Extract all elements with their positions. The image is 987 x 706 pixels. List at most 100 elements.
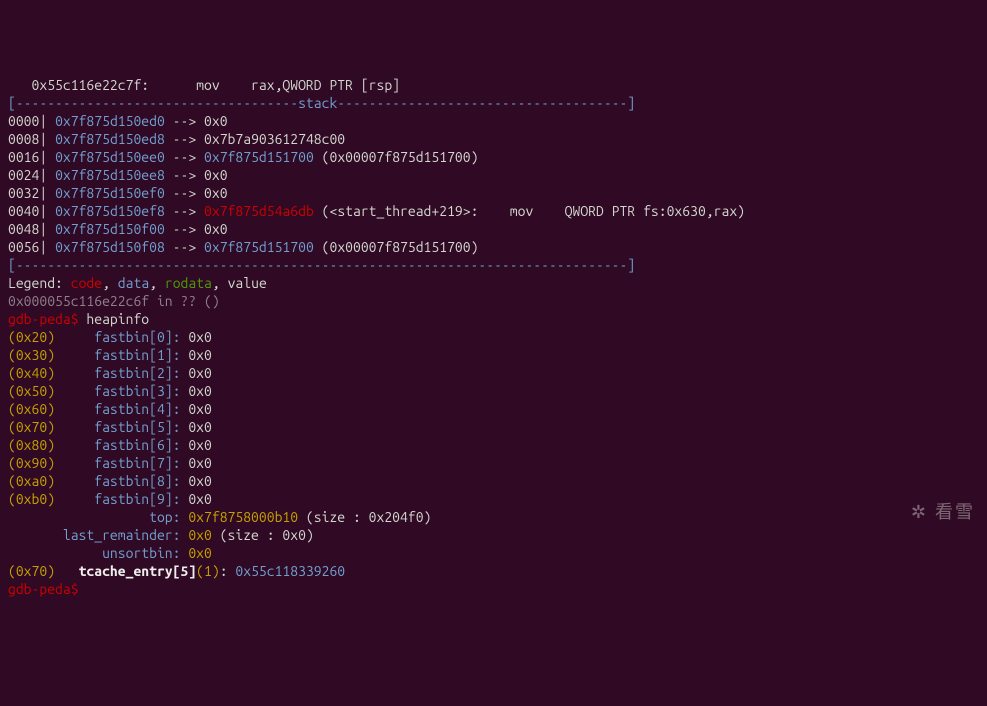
fastbin-value: 0x0 bbox=[188, 491, 212, 507]
terminal-line: last_remainder: 0x0 (size : 0x0) bbox=[8, 526, 979, 544]
fastbin-label: fastbin[7]: bbox=[55, 455, 188, 471]
terminal-line: (0x30) fastbin[1]: 0x0 bbox=[8, 346, 979, 364]
tcache-label: tcache_entry[5] bbox=[79, 563, 197, 579]
arrow: --> bbox=[165, 149, 204, 165]
terminal-line: 0056| 0x7f875d150f08 --> 0x7f875d151700 … bbox=[8, 238, 979, 256]
fastbin-label: fastbin[9]: bbox=[55, 491, 188, 507]
pipe: | bbox=[39, 149, 55, 165]
heap-top-size: (size : 0x204f0) bbox=[298, 509, 431, 525]
stack-value: 0x7f875d151700 bbox=[204, 149, 314, 165]
arrow: --> bbox=[165, 239, 204, 255]
fastbin-size: (0x30) bbox=[8, 347, 55, 363]
fastbin-value: 0x0 bbox=[188, 473, 212, 489]
stack-offset: 0000 bbox=[8, 113, 39, 129]
fastbin-value: 0x0 bbox=[188, 455, 212, 471]
terminal-line: 0032| 0x7f875d150ef0 --> 0x0 bbox=[8, 184, 979, 202]
gdb-prompt[interactable]: gdb-peda$ bbox=[8, 581, 79, 597]
stack-addr: 0x7f875d150ed0 bbox=[55, 113, 165, 129]
fastbin-size: (0x50) bbox=[8, 383, 55, 399]
stack-addr: 0x7f875d150ee0 bbox=[55, 149, 165, 165]
fastbin-label: fastbin[0]: bbox=[55, 329, 188, 345]
stack-annotation: (<start_thread+219>: mov QWORD PTR fs:0x… bbox=[314, 203, 745, 219]
current-location: 0x000055c116e22c6f in ?? () bbox=[8, 293, 220, 309]
terminal-line: 0040| 0x7f875d150ef8 --> 0x7f875d54a6db … bbox=[8, 202, 979, 220]
terminal-line: 0x55c116e22c7f: mov rax,QWORD PTR [rsp] bbox=[8, 76, 979, 94]
stack-addr: 0x7f875d150f08 bbox=[55, 239, 165, 255]
terminal-line: (0x20) fastbin[0]: 0x0 bbox=[8, 328, 979, 346]
tcache-count: (1) bbox=[196, 563, 220, 579]
tcache-size: (0x70) bbox=[8, 563, 79, 579]
terminal-line: (0x70) tcache_entry[5](1): 0x55c11833926… bbox=[8, 562, 979, 580]
fastbin-label: fastbin[8]: bbox=[55, 473, 188, 489]
stack-offset: 0008 bbox=[8, 131, 39, 147]
pipe: | bbox=[39, 203, 55, 219]
legend-data: data bbox=[118, 275, 149, 291]
fastbin-value: 0x0 bbox=[188, 383, 212, 399]
terminal-line: [---------------------------------------… bbox=[8, 256, 979, 274]
terminal-line: 0024| 0x7f875d150ee8 --> 0x0 bbox=[8, 166, 979, 184]
fastbin-value: 0x0 bbox=[188, 401, 212, 417]
comma: , bbox=[102, 275, 118, 291]
terminal-line: gdb-peda$ heapinfo bbox=[8, 310, 979, 328]
stack-annotation: (0x00007f875d151700) bbox=[314, 239, 479, 255]
terminal-line: (0x60) fastbin[4]: 0x0 bbox=[8, 400, 979, 418]
terminal-line: 0016| 0x7f875d150ee0 --> 0x7f875d151700 … bbox=[8, 148, 979, 166]
stack-value: 0x0 bbox=[204, 113, 228, 129]
fastbin-size: (0x40) bbox=[8, 365, 55, 381]
stack-annotation: (0x00007f875d151700) bbox=[314, 149, 479, 165]
pipe: | bbox=[39, 131, 55, 147]
comma: , bbox=[149, 275, 165, 291]
heap-lr-size: (size : 0x0) bbox=[212, 527, 314, 543]
fastbin-size: (0xa0) bbox=[8, 473, 55, 489]
fastbin-size: (0xb0) bbox=[8, 491, 55, 507]
arrow: --> bbox=[165, 113, 204, 129]
fastbin-label: fastbin[2]: bbox=[55, 365, 188, 381]
terminal-line: Legend: code, data, rodata, value bbox=[8, 274, 979, 292]
command-input[interactable]: heapinfo bbox=[79, 311, 150, 327]
divider: [------------------------------------ bbox=[8, 95, 298, 111]
arrow: --> bbox=[165, 221, 204, 237]
legend-rodata: rodata bbox=[165, 275, 212, 291]
section-title-stack: stack bbox=[298, 95, 337, 111]
stack-offset: 0056 bbox=[8, 239, 39, 255]
fastbin-value: 0x0 bbox=[188, 437, 212, 453]
stack-value: 0x0 bbox=[204, 167, 228, 183]
fastbin-label: fastbin[3]: bbox=[55, 383, 188, 399]
stack-addr: 0x7f875d150f00 bbox=[55, 221, 165, 237]
legend-code: code bbox=[71, 275, 102, 291]
colon: : bbox=[220, 563, 236, 579]
stack-value: 0x7b7a903612748c00 bbox=[204, 131, 345, 147]
stack-addr: 0x7f875d150ef0 bbox=[55, 185, 165, 201]
gdb-prompt[interactable]: gdb-peda$ bbox=[8, 311, 79, 327]
terminal-line: (0xa0) fastbin[8]: 0x0 bbox=[8, 472, 979, 490]
heap-unsortbin-addr: 0x0 bbox=[188, 545, 212, 561]
arrow: --> bbox=[165, 167, 204, 183]
stack-value: 0x0 bbox=[204, 221, 228, 237]
terminal-line: 0048| 0x7f875d150f00 --> 0x0 bbox=[8, 220, 979, 238]
pipe: | bbox=[39, 221, 55, 237]
fastbin-value: 0x0 bbox=[188, 347, 212, 363]
heap-top-addr: 0x7f8758000b10 bbox=[188, 509, 298, 525]
arrow: --> bbox=[165, 131, 204, 147]
arrow: --> bbox=[165, 203, 204, 219]
fastbin-value: 0x0 bbox=[188, 329, 212, 345]
fastbin-size: (0x60) bbox=[8, 401, 55, 417]
terminal-line: 0000| 0x7f875d150ed0 --> 0x0 bbox=[8, 112, 979, 130]
terminal-line: [------------------------------------sta… bbox=[8, 94, 979, 112]
fastbin-size: (0x80) bbox=[8, 437, 55, 453]
terminal-line: top: 0x7f8758000b10 (size : 0x204f0) bbox=[8, 508, 979, 526]
terminal-line: unsortbin: 0x0 bbox=[8, 544, 979, 562]
fastbin-label: fastbin[4]: bbox=[55, 401, 188, 417]
fastbin-size: (0x20) bbox=[8, 329, 55, 345]
pipe: | bbox=[39, 113, 55, 129]
stack-offset: 0024 bbox=[8, 167, 39, 183]
disasm-addr: 0x55c116e22c7f: bbox=[8, 77, 196, 93]
pipe: | bbox=[39, 167, 55, 183]
tcache-addr: 0x55c118339260 bbox=[235, 563, 345, 579]
terminal-line: (0x50) fastbin[3]: 0x0 bbox=[8, 382, 979, 400]
heap-unsortbin-label: unsortbin: bbox=[8, 545, 188, 561]
terminal-line: (0x40) fastbin[2]: 0x0 bbox=[8, 364, 979, 382]
terminal-line: 0008| 0x7f875d150ed8 --> 0x7b7a903612748… bbox=[8, 130, 979, 148]
heap-top-label: top: bbox=[8, 509, 188, 525]
stack-offset: 0016 bbox=[8, 149, 39, 165]
